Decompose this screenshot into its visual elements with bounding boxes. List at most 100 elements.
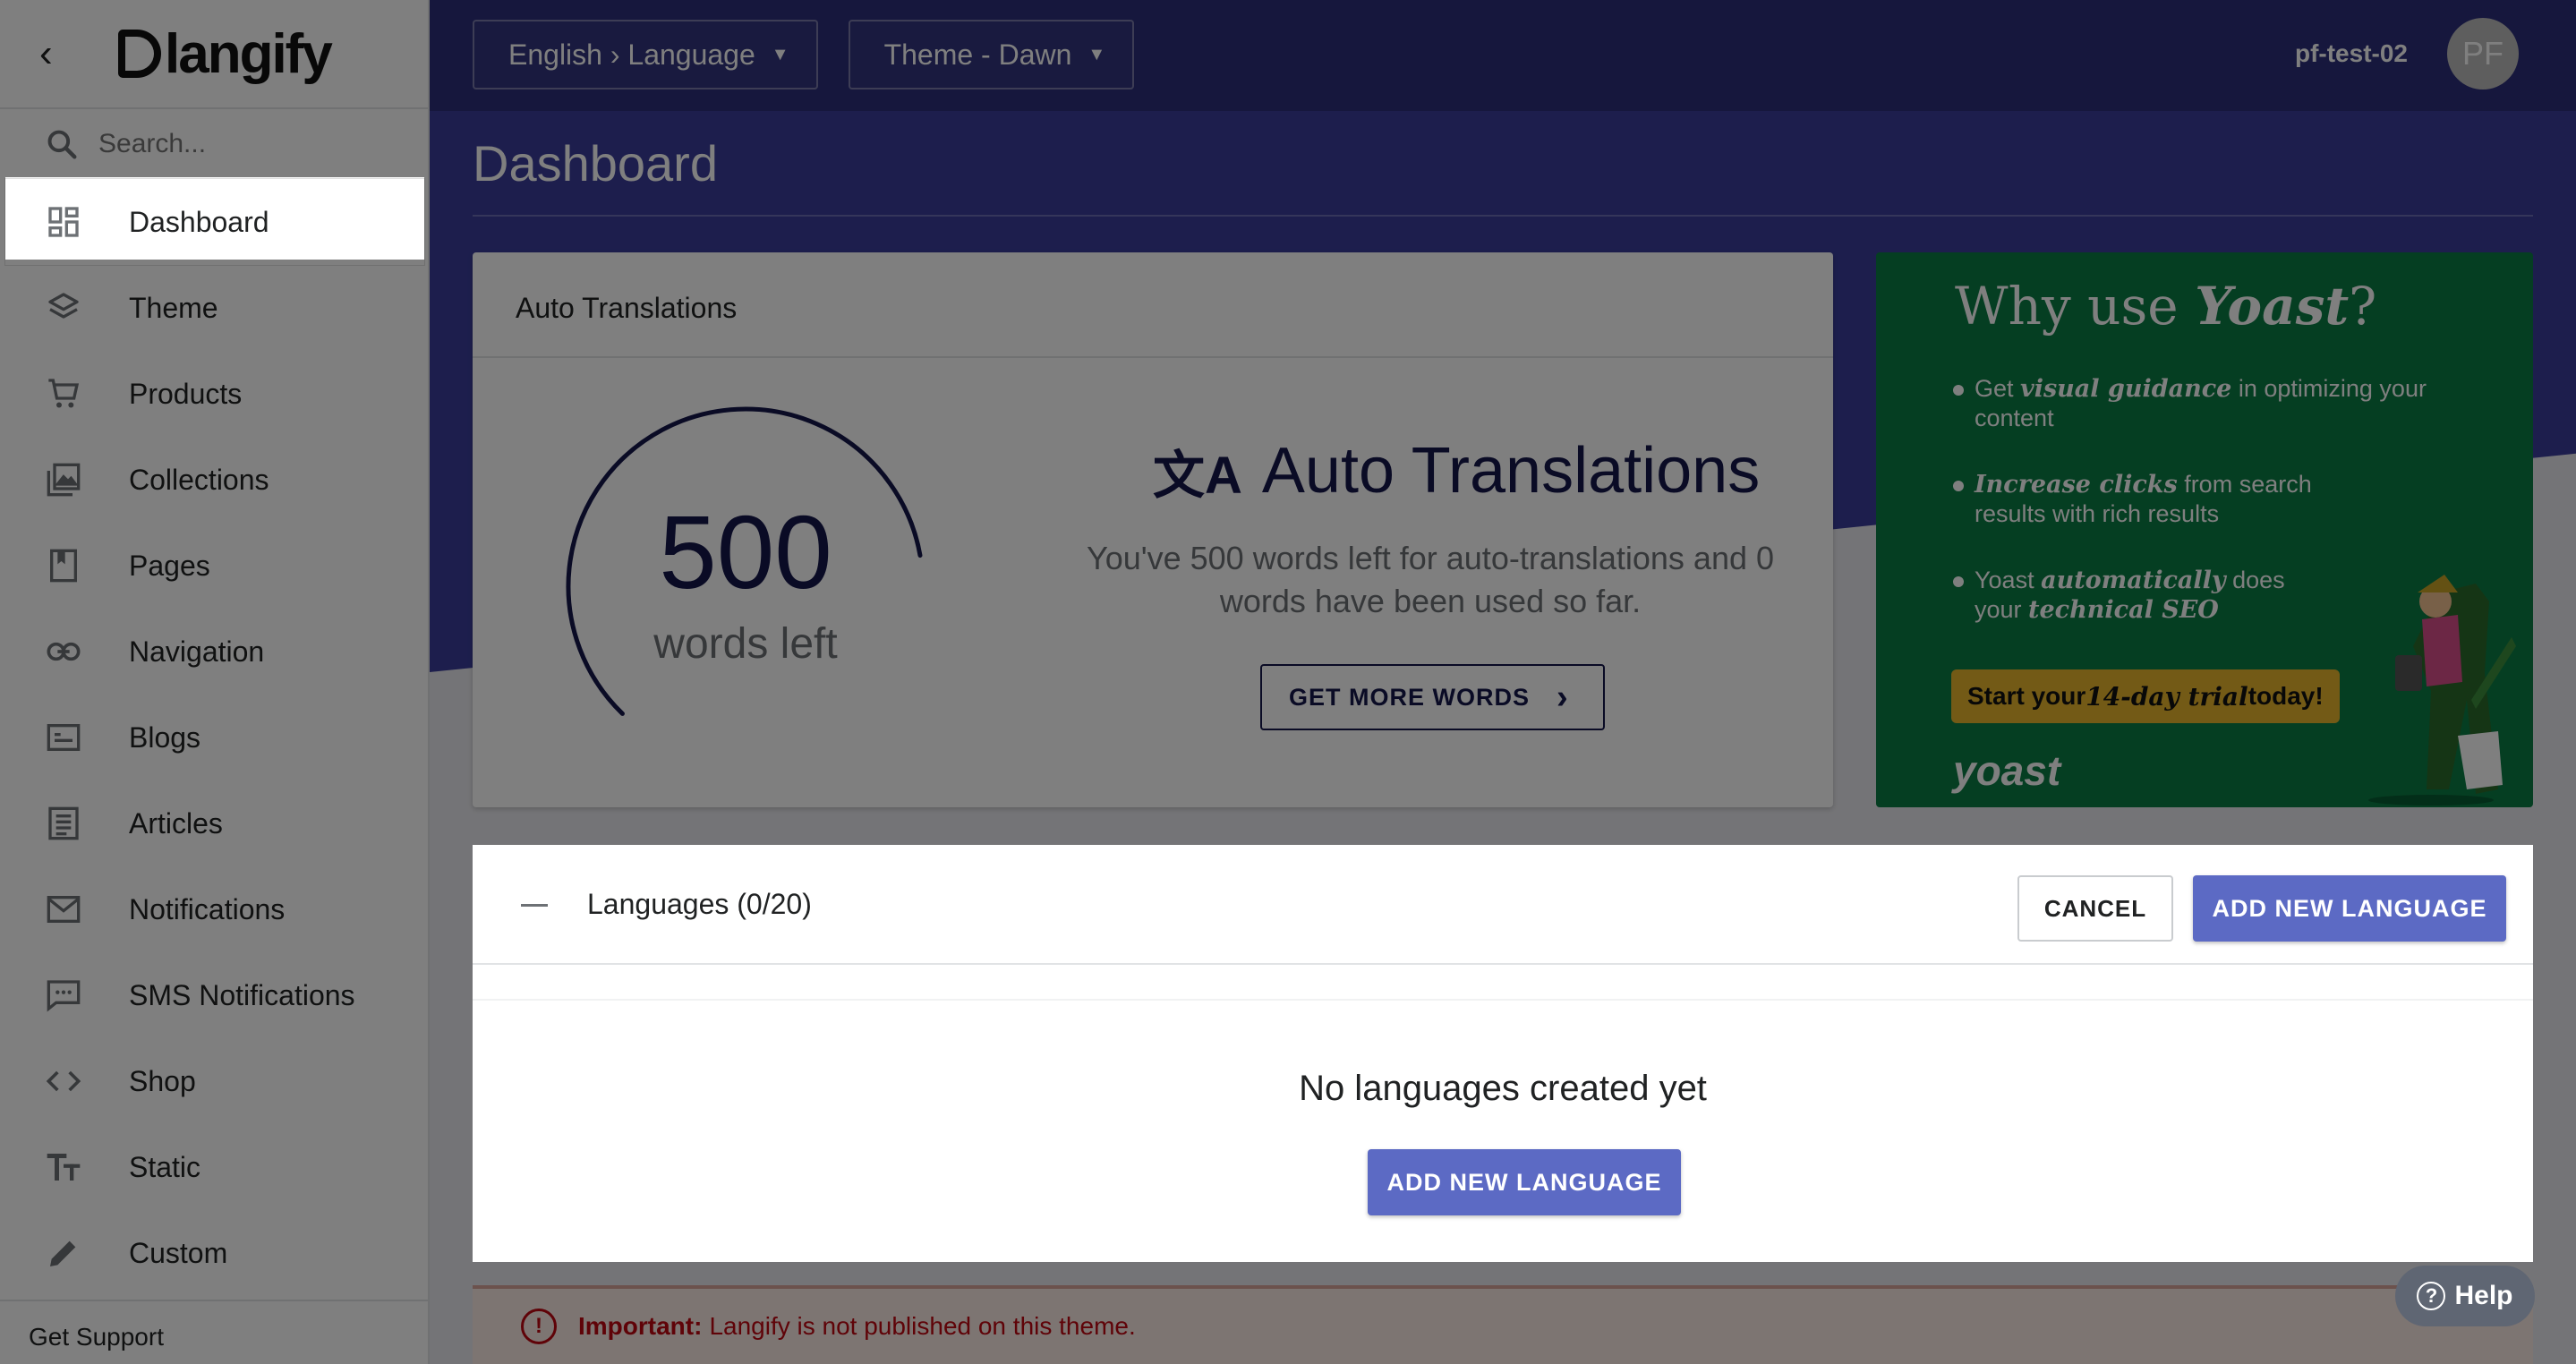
card-header: Auto Translations [473,252,1833,358]
search-input[interactable] [98,129,403,159]
article-icon [43,803,84,844]
important-banner: ! Important: Langify is not published on… [473,1285,2533,1364]
avatar[interactable]: PF [2447,18,2519,90]
yoast-benefit: Increase clicks from search results with… [1953,470,2374,528]
banner-text: Langify is not published on this theme. [709,1312,1136,1340]
yoast-mascot-illustration [2368,575,2516,806]
auto-translations-card: Auto Translations 500 words left 文A Auto… [473,252,1833,807]
back-chevron-icon[interactable]: ‹ [39,34,75,73]
page-bookmark-icon [43,545,84,586]
auto-translations-heading: Auto Translations [1261,435,1761,507]
caret-down-icon: ▼ [771,44,789,64]
language-dropdown-value: English › Language [508,38,755,71]
sidebar-item-articles[interactable]: Articles [0,780,428,866]
topbar-dropdowns: English › Language ▼ Theme - Dawn ▼ [473,20,1135,90]
sidebar-item-label: Pages [129,549,210,582]
sidebar-item-blogs[interactable]: Blogs [0,695,428,780]
get-more-words-label: GET MORE WORDS [1289,683,1530,711]
yoast-ad-card[interactable]: Why use Yoast? Get visual guidance in op… [1876,252,2533,807]
sidebar-item-pages[interactable]: Pages [0,523,428,609]
languages-title: Languages (0/20) [587,888,812,920]
languages-divider [473,999,2533,1001]
langify-logo-mark [118,30,161,78]
pencil-icon [43,1232,84,1274]
mail-icon [43,889,84,930]
banner-label: Important: [578,1312,703,1340]
yoast-benefit: Yoast automatically does your technical … [1953,566,2338,625]
sms-icon [43,975,84,1016]
cart-icon [43,373,84,414]
sidebar-item-label: Products [129,377,243,410]
alert-circle-icon: ! [521,1309,557,1344]
auto-translations-title: 文A Auto Translations [1153,433,1760,508]
add-new-language-empty-button[interactable]: ADD NEW LANGUAGE [1368,1149,1681,1215]
yoast-title-prefix: Why use [1955,276,2196,337]
page-title: Dashboard [473,135,718,192]
sidebar-item-navigation[interactable]: Navigation [0,609,428,695]
logo-text: langify [165,22,333,85]
link-icon [43,631,84,672]
language-dropdown[interactable]: English › Language ▼ [473,20,818,90]
sidebar-item-label: Collections [129,463,269,496]
yoast-benefit: Get visual guidance in optimizing your c… [1953,374,2454,432]
sidebar-item-sms-notifications[interactable]: SMS Notifications [0,952,428,1038]
sidebar-search [0,109,428,179]
sidebar-item-label: Dashboard [129,205,269,238]
modal-backdrop [430,845,473,1262]
yoast-title-brand: Yoast [2195,276,2350,337]
main-area: English › Language ▼ Theme - Dawn ▼ pf-t… [430,0,2576,1364]
sidebar-item-dashboard[interactable]: Dashboard [5,179,424,265]
sidebar-item-collections[interactable]: Collections [0,437,428,523]
user-name: pf-test-02 [2294,39,2408,67]
languages-panel: Languages (0/20) CANCEL ADD NEW LANGUAGE… [473,845,2533,1262]
yoast-title: Why use Yoast? [1955,276,2376,337]
collections-icon [43,459,84,500]
sidebar-item-label: Navigation [129,635,265,668]
sidebar-item-label: SMS Notifications [129,978,355,1011]
words-left-label: words left [653,620,838,668]
cancel-button[interactable]: CANCEL [2017,875,2173,942]
chevron-right-icon: › [1557,678,1569,716]
sidebar-item-theme[interactable]: Theme [0,265,428,351]
sidebar-item-label: Theme [129,291,218,324]
sidebar-item-label: Custom [129,1236,228,1269]
yoast-trial-button[interactable]: Start your 14-day trial today! [1951,669,2340,723]
sidebar: ‹ langify Dashboard Theme Products Colle… [0,0,430,1364]
sidebar-nav: Dashboard Theme Products Collections Pag… [0,179,428,1296]
text-size-icon [43,1147,84,1188]
theme-dropdown[interactable]: Theme - Dawn ▼ [848,20,1135,90]
sidebar-item-label: Static [129,1150,201,1183]
title-divider [473,215,2533,217]
sidebar-item-products[interactable]: Products [0,351,428,437]
sidebar-item-custom[interactable]: Custom [0,1210,428,1296]
sidebar-item-label: Shop [129,1064,196,1097]
sidebar-item-label: Notifications [129,892,286,925]
caret-down-icon: ▼ [1088,44,1106,64]
code-icon [43,1061,84,1102]
yoast-logo: yoast [1953,747,2061,794]
sidebar-item-shop[interactable]: Shop [0,1038,428,1124]
translate-icon: 文A [1153,447,1242,505]
help-circle-icon: ? [2417,1282,2446,1310]
add-new-language-button[interactable]: ADD NEW LANGUAGE [2193,875,2506,942]
user-menu[interactable]: pf-test-02 PF [2295,18,2519,90]
dashboard-icon [43,201,84,243]
sidebar-item-label: Blogs [129,720,201,754]
modal-backdrop [2533,845,2576,1262]
blog-icon [43,717,84,758]
sidebar-item-label: Articles [129,806,223,840]
get-support-link[interactable]: Get Support [0,1300,428,1364]
get-more-words-button[interactable]: GET MORE WORDS › [1260,664,1605,730]
help-button[interactable]: ? Help [2395,1266,2535,1326]
sidebar-item-static[interactable]: Static [0,1124,428,1210]
collapse-minus-icon[interactable] [521,904,548,907]
auto-translations-description: You've 500 words left for auto-translati… [1086,540,1775,619]
words-left-value: 500 [659,494,832,610]
empty-state-message: No languages created yet [1299,1069,1707,1108]
sidebar-header: ‹ langify [0,0,428,109]
langify-logo: langify [118,22,333,86]
sidebar-item-notifications[interactable]: Notifications [0,866,428,952]
yoast-title-suffix: ? [2349,276,2377,337]
search-icon [47,130,77,159]
layers-icon [43,287,84,328]
